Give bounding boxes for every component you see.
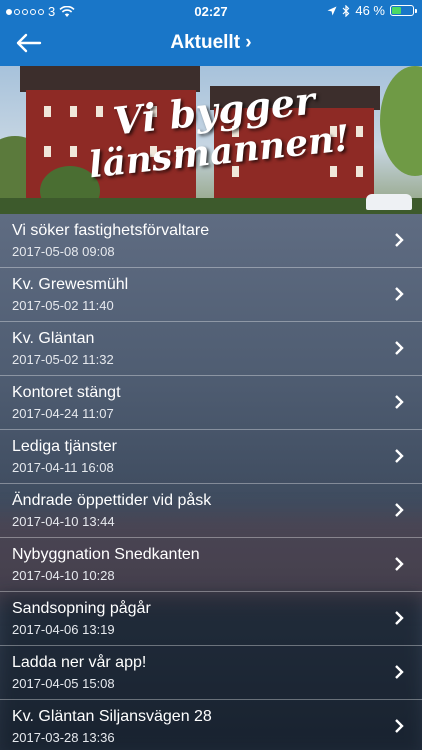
- news-item[interactable]: Kv. Gläntan Siljansvägen 28 2017-03-28 1…: [0, 700, 422, 750]
- chevron-right-icon: [395, 341, 404, 355]
- chevron-right-icon: [395, 719, 404, 733]
- news-item[interactable]: Sandsopning pågår 2017-04-06 13:19: [0, 592, 422, 646]
- news-item-date: 2017-03-28 13:36: [12, 730, 115, 745]
- news-item[interactable]: Lediga tjänster 2017-04-11 16:08: [0, 430, 422, 484]
- banner-car: [366, 194, 412, 210]
- navigation-bar: Aktuellt ›: [0, 22, 422, 66]
- chevron-right-icon: [395, 449, 404, 463]
- news-item-title: Vi söker fastighetsförvaltare: [12, 222, 210, 239]
- news-item-title: Ändrade öppettider vid påsk: [12, 492, 212, 509]
- promo-banner[interactable]: Vi bygger länsmannen!: [0, 66, 422, 214]
- news-item[interactable]: Ladda ner vår app! 2017-04-05 15:08: [0, 646, 422, 700]
- news-item[interactable]: Ändrade öppettider vid påsk 2017-04-10 1…: [0, 484, 422, 538]
- chevron-right-icon: [395, 665, 404, 679]
- news-item-date: 2017-05-02 11:32: [12, 352, 114, 367]
- status-right: 46 %: [327, 3, 417, 18]
- news-item-date: 2017-04-24 11:07: [12, 406, 114, 421]
- chevron-right-icon: [395, 557, 404, 571]
- battery-fill: [392, 7, 402, 14]
- news-item-title: Kv. Grewesmühl: [12, 276, 129, 293]
- chevron-right-icon: [395, 233, 404, 247]
- news-item[interactable]: Nybyggnation Snedkanten 2017-04-10 10:28: [0, 538, 422, 592]
- battery-icon: [390, 5, 417, 16]
- news-item-date: 2017-05-08 09:08: [12, 244, 115, 259]
- building-roof: [20, 66, 200, 92]
- banner-tree: [380, 66, 422, 176]
- battery-percent: 46 %: [355, 3, 385, 18]
- news-item-title: Kv. Gläntan Siljansvägen 28: [12, 708, 212, 725]
- news-item-date: 2017-04-10 13:44: [12, 514, 115, 529]
- banner-hedge: [0, 198, 422, 214]
- chevron-right-icon: [395, 503, 404, 517]
- news-item-title: Kontoret stängt: [12, 384, 121, 401]
- news-item[interactable]: Kv. Grewesmühl 2017-05-02 11:40: [0, 268, 422, 322]
- status-bar: 3 02:27 46 %: [0, 0, 422, 22]
- location-arrow-icon: [327, 6, 337, 15]
- news-item-date: 2017-05-02 11:40: [12, 298, 114, 313]
- top-bar: 3 02:27 46 % Aktuellt ›: [0, 0, 422, 66]
- news-item[interactable]: Vi söker fastighetsförvaltare 2017-05-08…: [0, 214, 422, 268]
- chevron-right-icon: [395, 395, 404, 409]
- news-item-title: Nybyggnation Snedkanten: [12, 546, 200, 563]
- news-list[interactable]: Vi söker fastighetsförvaltare 2017-05-08…: [0, 214, 422, 750]
- bluetooth-icon: [342, 4, 350, 17]
- news-item-title: Ladda ner vår app!: [12, 654, 147, 671]
- news-item[interactable]: Kv. Gläntan 2017-05-02 11:32: [0, 322, 422, 376]
- news-item-date: 2017-04-11 16:08: [12, 460, 114, 475]
- news-item-date: 2017-04-10 10:28: [12, 568, 115, 583]
- chevron-right-icon: [395, 287, 404, 301]
- news-item-title: Lediga tjänster: [12, 438, 117, 455]
- chevron-right-icon: [395, 611, 404, 625]
- news-item-title: Kv. Gläntan: [12, 330, 95, 347]
- news-item-title: Sandsopning pågår: [12, 600, 151, 617]
- news-item[interactable]: Kontoret stängt 2017-04-24 11:07: [0, 376, 422, 430]
- news-item-date: 2017-04-05 15:08: [12, 676, 115, 691]
- news-item-date: 2017-04-06 13:19: [12, 622, 115, 637]
- page-title[interactable]: Aktuellt ›: [0, 32, 422, 54]
